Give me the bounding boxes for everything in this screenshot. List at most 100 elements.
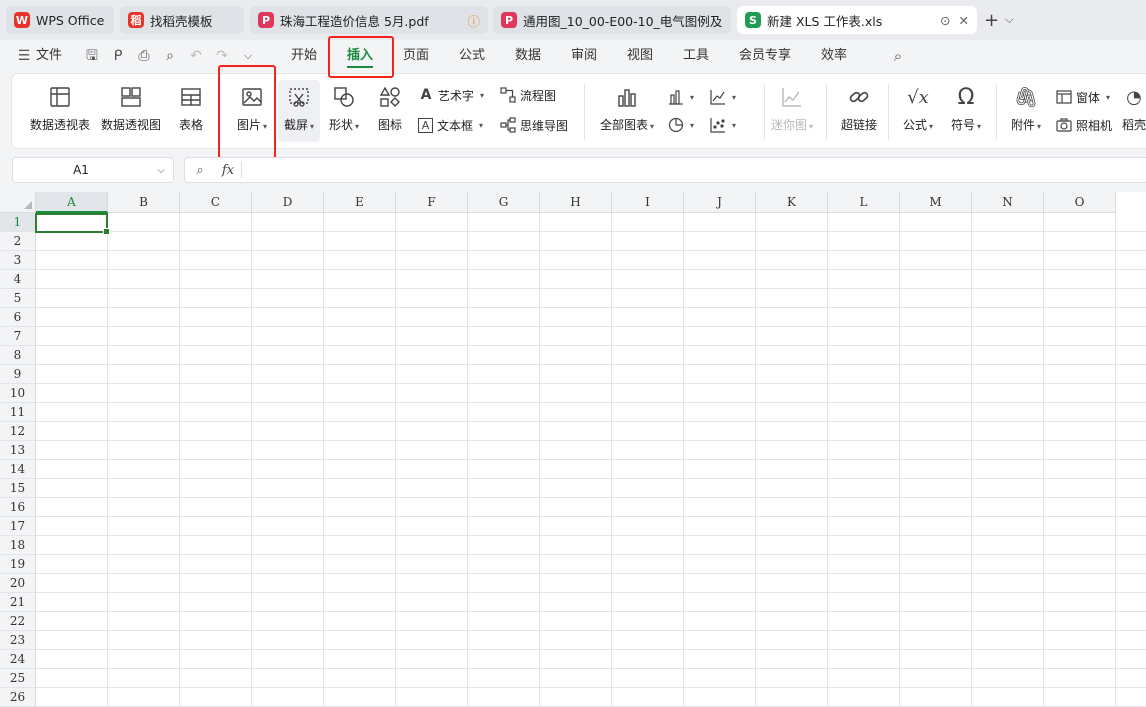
icons-button[interactable]: 图标 (372, 80, 408, 142)
tab-docer[interactable]: 稻 找稻壳模板 (120, 6, 244, 34)
save-icon[interactable]: 🖫 (84, 48, 100, 64)
column-header[interactable]: N (972, 192, 1044, 213)
formula-button[interactable]: √x 公式 ▾ (898, 80, 938, 142)
mindmap-button[interactable]: 思维导图 (500, 114, 568, 136)
hamburger-icon[interactable]: ☰ (16, 48, 32, 64)
docer-button[interactable]: ◔ 稻壳 (1122, 80, 1146, 142)
row-header[interactable]: 7 (0, 327, 36, 346)
menu-data[interactable]: 数据 (515, 40, 541, 72)
row-header[interactable]: 2 (0, 232, 36, 251)
zoom-icon[interactable]: ⌕ (185, 163, 215, 178)
cell-area[interactable] (36, 213, 1146, 707)
column-header[interactable]: H (540, 192, 612, 213)
menu-tools[interactable]: 工具 (683, 40, 709, 72)
row-header[interactable]: 24 (0, 650, 36, 669)
row-header[interactable]: 25 (0, 669, 36, 688)
row-header[interactable]: 6 (0, 308, 36, 327)
tab-pdf-electrical[interactable]: P 通用图_10_00-E00-10_电气图例及主 (493, 6, 731, 34)
picture-button[interactable]: 图片 ▾ (230, 80, 274, 142)
attachment-button[interactable]: 🖇 附件 ▾ (1006, 80, 1046, 142)
close-icon[interactable]: ✕ (959, 13, 969, 28)
chevron-down-icon[interactable]: ⌵ (240, 48, 256, 64)
flowchart-button[interactable]: 流程图 (500, 84, 556, 106)
wordart-button[interactable]: A 艺术字 ▾ (418, 84, 484, 106)
row-header[interactable]: 10 (0, 384, 36, 403)
pivot-table-button[interactable]: 数据透视表 (30, 80, 90, 142)
redo-icon[interactable]: ↷ (214, 48, 230, 64)
scatter-chart-button[interactable]: ▾ (710, 114, 736, 136)
menu-insert[interactable]: 插入 (347, 40, 374, 72)
chevron-down-icon[interactable]: ⌵ (1005, 13, 1013, 27)
active-cell[interactable] (35, 213, 110, 235)
menu-page[interactable]: 页面 (403, 40, 429, 72)
column-header[interactable]: I (612, 192, 684, 213)
menu-member[interactable]: 会员专享 (739, 40, 791, 72)
row-header[interactable]: 4 (0, 270, 36, 289)
column-header[interactable]: B (108, 192, 180, 213)
column-header[interactable]: C (180, 192, 252, 213)
row-header[interactable]: 12 (0, 422, 36, 441)
camera-button[interactable]: 照相机 (1056, 114, 1112, 136)
pie-chart-button[interactable]: ▾ (668, 114, 694, 136)
row-header[interactable]: 14 (0, 460, 36, 479)
name-box[interactable]: A1 ⌵ (12, 157, 174, 183)
spreadsheet-grid[interactable]: ABCDEFGHIJKLMNO 1 2 3 4 5 6 7 8 9 10 11 12 13 14 15 16 1… (0, 192, 1146, 707)
column-header[interactable]: L (828, 192, 900, 213)
row-header[interactable]: 3 (0, 251, 36, 270)
export-pdf-icon[interactable]: ᑭ (110, 48, 126, 64)
menu-review[interactable]: 审阅 (571, 40, 597, 72)
select-all-corner[interactable] (0, 192, 36, 213)
column-header[interactable]: M (900, 192, 972, 213)
row-header[interactable]: 23 (0, 631, 36, 650)
tab-pdf-zhuhai[interactable]: P 珠海工程造价信息 5月.pdf ⓘ (250, 6, 488, 34)
row-header[interactable]: 15 (0, 479, 36, 498)
column-header[interactable]: O (1044, 192, 1116, 213)
row-header[interactable]: 17 (0, 517, 36, 536)
form-button[interactable]: 窗体 ▾ (1056, 86, 1110, 108)
search-icon[interactable]: ⌕ (890, 48, 906, 64)
print-preview-icon[interactable]: ⌕ (162, 48, 178, 64)
row-header[interactable]: 26 (0, 688, 36, 707)
formula-input[interactable] (242, 159, 1146, 181)
chevron-down-icon[interactable]: ⌵ (149, 165, 173, 176)
fx-icon[interactable]: fx (215, 163, 241, 178)
undo-icon[interactable]: ↶ (188, 48, 204, 64)
pivot-chart-button[interactable]: 数据透视图 (100, 80, 162, 142)
row-header[interactable]: 13 (0, 441, 36, 460)
tab-xls-sheet[interactable]: S 新建 XLS 工作表.xls ⊙ ✕ (737, 6, 977, 34)
row-header[interactable]: 19 (0, 555, 36, 574)
column-header[interactable]: D (252, 192, 324, 213)
menu-file[interactable]: 文件 (36, 40, 62, 72)
row-header[interactable]: 18 (0, 536, 36, 555)
line-chart-button[interactable]: ▾ (710, 86, 736, 108)
textbox-button[interactable]: A 文本框 ▾ (418, 114, 483, 136)
tab-wps-office[interactable]: W WPS Office (6, 6, 114, 34)
row-header[interactable]: 1 (0, 213, 36, 232)
new-tab-button[interactable]: + ⌵ (984, 8, 1013, 32)
all-charts-button[interactable]: 全部图表 ▾ (596, 80, 658, 142)
column-header[interactable]: A (36, 192, 108, 213)
row-header[interactable]: 22 (0, 612, 36, 631)
sparkline-button[interactable]: 迷你图 ▾ (764, 80, 820, 142)
shapes-button[interactable]: 形状 ▾ (324, 80, 364, 142)
row-header[interactable]: 11 (0, 403, 36, 422)
row-header[interactable]: 5 (0, 289, 36, 308)
menu-formula[interactable]: 公式 (459, 40, 485, 72)
table-button[interactable]: 表格 (172, 80, 210, 142)
row-header[interactable]: 8 (0, 346, 36, 365)
column-header[interactable]: K (756, 192, 828, 213)
row-header[interactable]: 16 (0, 498, 36, 517)
row-header[interactable]: 9 (0, 365, 36, 384)
column-header[interactable]: E (324, 192, 396, 213)
column-header[interactable]: J (684, 192, 756, 213)
column-chart-button[interactable]: ▾ (668, 86, 694, 108)
menu-start[interactable]: 开始 (291, 40, 317, 72)
column-header[interactable]: F (396, 192, 468, 213)
symbol-button[interactable]: Ω 符号 ▾ (946, 80, 986, 142)
menu-view[interactable]: 视图 (627, 40, 653, 72)
column-header[interactable]: G (468, 192, 540, 213)
pin-icon[interactable]: ⊙ (940, 13, 950, 28)
screenshot-button[interactable]: 截屏 ▾ (278, 80, 320, 142)
menu-efficiency[interactable]: 效率 (821, 40, 847, 72)
hyperlink-button[interactable]: 超链接 (836, 80, 882, 142)
